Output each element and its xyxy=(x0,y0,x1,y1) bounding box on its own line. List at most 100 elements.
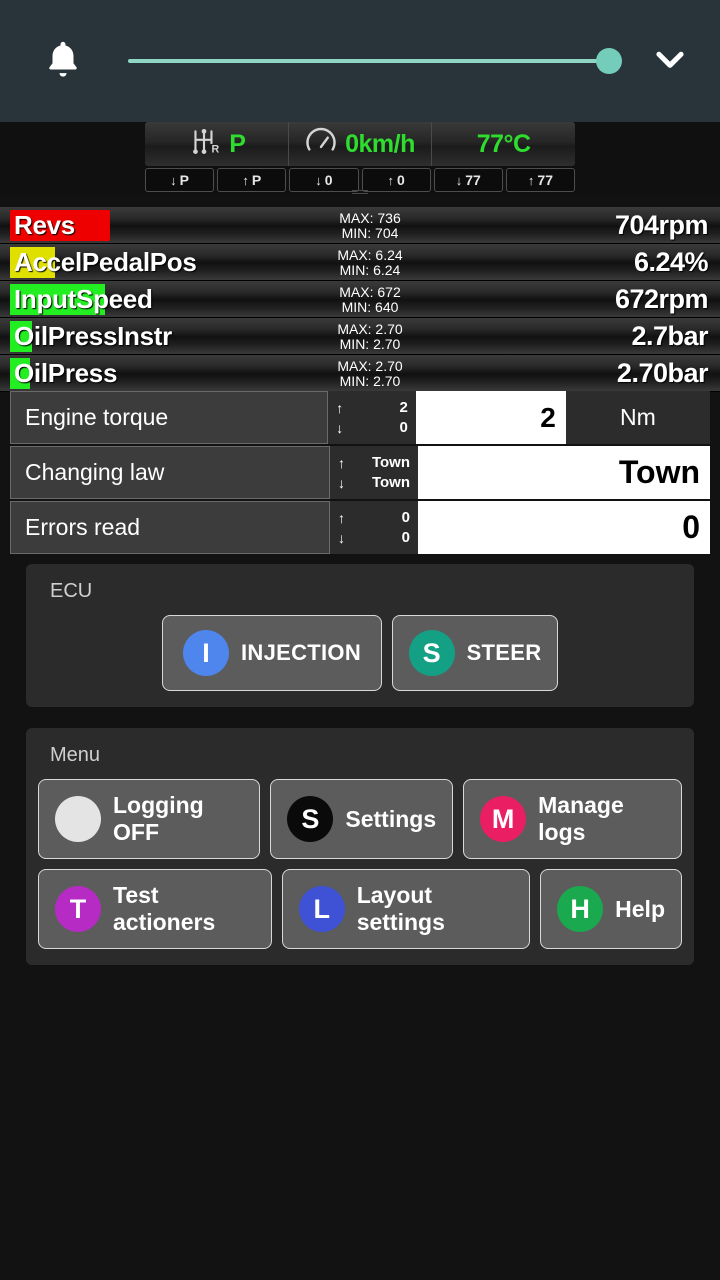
help-button[interactable]: H Help xyxy=(540,869,682,949)
param-minmax: ↑ Town ↓ Town xyxy=(330,446,418,499)
volume-slider[interactable] xyxy=(126,41,622,81)
sensor-minmax: MAX: 2.70 MIN: 2.70 xyxy=(300,355,440,391)
sensor-minmax: MAX: 672 MIN: 640 xyxy=(300,281,440,317)
sensor-row[interactable]: Revs MAX: 736 MIN: 704 704rpm xyxy=(0,207,720,244)
sensor-max: MAX: 736 xyxy=(339,209,401,226)
sensor-row[interactable]: OilPressInstr MAX: 2.70 MIN: 2.70 2.7bar xyxy=(0,318,720,355)
sensor-list: Revs MAX: 736 MIN: 704 704rpm AccelPedal… xyxy=(0,207,720,392)
layout-settings-badge-icon: L xyxy=(298,886,345,932)
sensor-max: MAX: 2.70 xyxy=(337,357,403,374)
speedometer-icon xyxy=(305,126,337,163)
param-max: 0 xyxy=(401,508,410,526)
gauge-cell-temp[interactable]: 77°C xyxy=(432,122,575,166)
gauge-cell-speed[interactable]: 0km/h xyxy=(289,122,433,166)
minmax-label: P xyxy=(179,172,189,188)
sensor-name: OilPressInstr xyxy=(14,321,172,351)
sensor-value: 704rpm xyxy=(614,210,709,240)
gear-value: P xyxy=(229,129,246,158)
minmax-button-speed-min[interactable]: ↓ 0 xyxy=(289,168,359,192)
manage-logs-button-label: Manage logs xyxy=(538,792,624,845)
param-minmax: ↑ 0 ↓ 0 xyxy=(330,501,418,554)
volume-slider-thumb[interactable] xyxy=(596,48,622,74)
minmax-button-gear-max[interactable]: ↑ P xyxy=(217,168,287,192)
arrow-up-icon: ↑ xyxy=(338,454,345,471)
param-min: 0 xyxy=(401,528,410,546)
sensor-value: 2.70bar xyxy=(616,358,709,388)
minmax-button-speed-max[interactable]: ↑ 0 xyxy=(361,168,431,192)
bell-icon-wrap[interactable] xyxy=(0,36,126,87)
test-actioners-button-label: Test actioners xyxy=(113,882,216,935)
ecu-panel-title: ECU xyxy=(50,580,93,602)
param-row-errors-read[interactable]: Errors read ↑ 0 ↓ 0 0 xyxy=(10,501,710,554)
injection-button[interactable]: I INJECTION xyxy=(162,615,382,691)
bell-icon xyxy=(42,36,84,87)
arrow-down-icon: ↓ xyxy=(455,172,463,188)
steer-badge-icon: S xyxy=(408,630,455,676)
help-button-label: Help xyxy=(615,895,665,922)
sensor-min: MIN: 6.24 xyxy=(339,261,401,278)
volume-overlay xyxy=(0,0,720,122)
manage-logs-button[interactable]: M Manage logs xyxy=(463,779,682,859)
sensor-max: MAX: 672 xyxy=(339,283,401,300)
param-max: Town xyxy=(371,453,410,471)
sensor-row[interactable]: InputSpeed MAX: 672 MIN: 640 672rpm xyxy=(0,281,720,318)
drag-handle-line xyxy=(352,190,368,191)
sensor-minmax: MAX: 736 MIN: 704 xyxy=(300,207,440,243)
arrow-down-icon: ↓ xyxy=(170,172,177,188)
arrow-down-icon: ↓ xyxy=(336,419,344,436)
logging-status-icon xyxy=(55,796,101,842)
sensor-max: MAX: 6.24 xyxy=(337,246,403,263)
arrow-up-icon: ↑ xyxy=(336,399,344,416)
param-row-engine-torque[interactable]: Engine torque ↑ 2 ↓ 0 2 Nm xyxy=(10,391,710,444)
sensor-value: 672rpm xyxy=(614,284,709,314)
arrow-up-icon: ↑ xyxy=(387,172,394,188)
param-unit: Nm xyxy=(565,391,710,444)
drag-handle[interactable] xyxy=(352,190,368,198)
gauge-row: R P 0km/h 77°C xyxy=(145,122,575,166)
param-list: Engine torque ↑ 2 ↓ 0 2 Nm Changing law ↑ T… xyxy=(0,391,720,556)
minmax-button-temp-max[interactable]: ↑ 77 xyxy=(505,168,576,192)
minmax-button-gear-min[interactable]: ↓ P xyxy=(145,168,215,192)
minmax-label: P xyxy=(251,172,262,188)
param-value: 0 xyxy=(418,501,710,554)
minmax-label: 0 xyxy=(324,172,333,188)
minmax-label: 77 xyxy=(465,172,481,188)
steer-button[interactable]: S STEER xyxy=(392,615,558,691)
sensor-min: MIN: 704 xyxy=(341,224,399,241)
arrow-down-icon: ↓ xyxy=(315,172,322,188)
logging-toggle-button[interactable]: Logging OFF xyxy=(38,779,261,859)
settings-button[interactable]: S Settings xyxy=(270,779,454,859)
param-name: Engine torque xyxy=(10,391,329,444)
ecu-button-row: I INJECTION S STEER xyxy=(38,615,682,691)
arrow-up-icon: ↑ xyxy=(338,509,345,526)
sensor-value: 2.7bar xyxy=(631,321,708,351)
expand-button[interactable] xyxy=(620,46,720,77)
menu-panel: Menu Logging OFF S Settings M Manage log… xyxy=(26,728,694,965)
sensor-value: 6.24% xyxy=(633,247,709,277)
param-min: Town xyxy=(371,473,410,491)
sensor-max: MAX: 2.70 xyxy=(337,320,403,337)
param-name: Changing law xyxy=(10,446,330,499)
gauge-cell-gear[interactable]: R P xyxy=(145,122,289,166)
steer-button-label: STEER xyxy=(466,640,542,665)
arrow-down-icon: ↓ xyxy=(338,474,345,491)
sensor-name: OilPress xyxy=(14,358,118,388)
sensor-name: InputSpeed xyxy=(14,284,153,314)
layout-settings-button[interactable]: L Layout settings xyxy=(281,869,531,949)
sensor-minmax: MAX: 2.70 MIN: 2.70 xyxy=(300,318,440,354)
param-row-changing-law[interactable]: Changing law ↑ Town ↓ Town Town xyxy=(10,446,710,499)
param-value: Town xyxy=(418,446,710,499)
sensor-row[interactable]: OilPress MAX: 2.70 MIN: 2.70 2.70bar xyxy=(0,355,720,392)
param-minmax: ↑ 2 ↓ 0 xyxy=(328,391,416,444)
sensor-min: MIN: 2.70 xyxy=(339,335,401,352)
ecu-panel: ECU I INJECTION S STEER xyxy=(26,564,694,707)
arrow-up-icon: ↑ xyxy=(527,172,535,188)
sensor-row[interactable]: AccelPedalPos MAX: 6.24 MIN: 6.24 6.24% xyxy=(0,244,720,281)
param-name: Errors read xyxy=(10,501,330,554)
minmax-button-temp-min[interactable]: ↓ 77 xyxy=(433,168,503,192)
svg-text:R: R xyxy=(212,143,220,155)
sensor-name: AccelPedalPos xyxy=(14,247,197,277)
settings-button-label: Settings xyxy=(345,805,437,832)
test-actioners-button[interactable]: T Test actioners xyxy=(38,869,272,949)
param-min: 0 xyxy=(399,418,408,436)
